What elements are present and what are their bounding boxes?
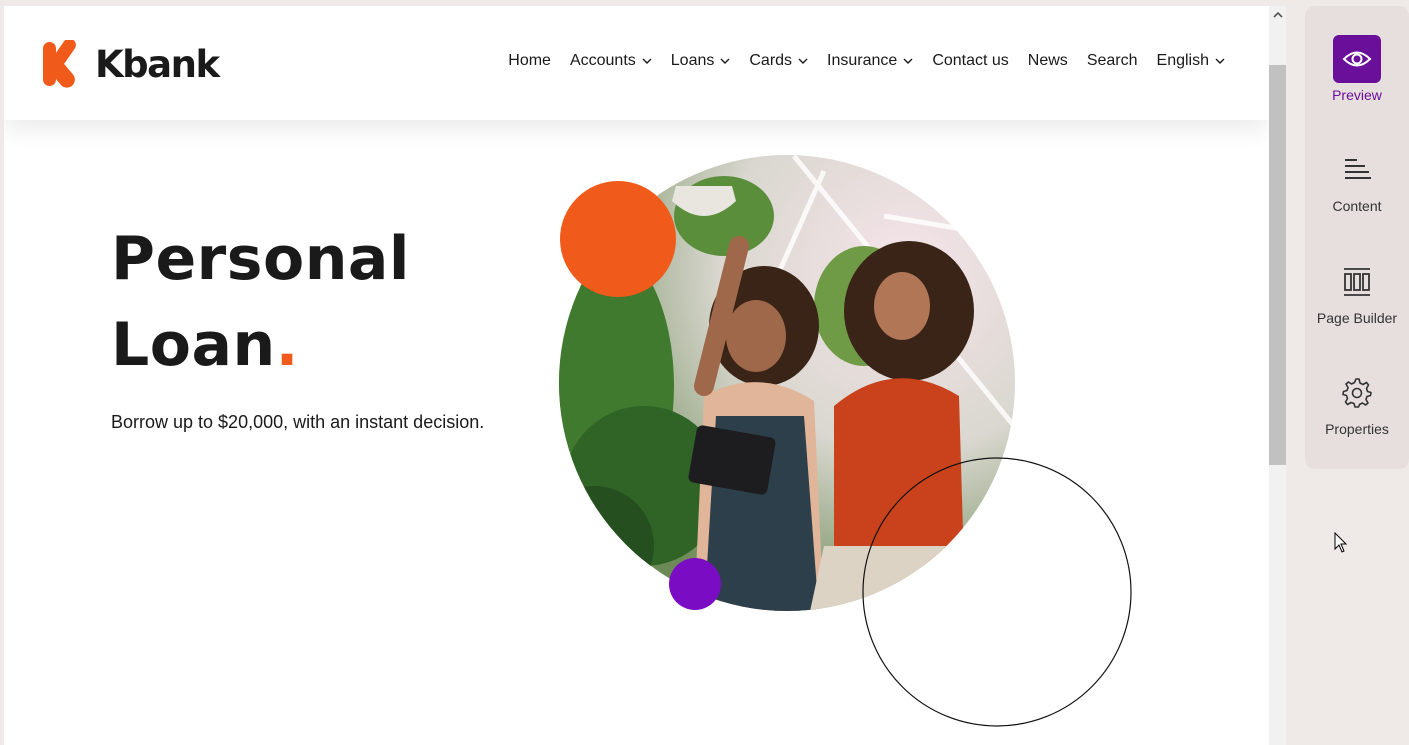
brand-name: Kbank [95, 42, 220, 86]
nav-item-label: Loans [670, 52, 715, 69]
hero-title-dot: . [275, 310, 299, 380]
nav-item-insurance[interactable]: Insurance [827, 52, 913, 70]
language-selector[interactable]: English [1157, 52, 1225, 70]
orange-decor-circle [560, 181, 676, 297]
chevron-up-icon [1272, 11, 1283, 18]
hero-title-line1: Personal [111, 224, 410, 294]
nav-item-label: Accounts [569, 52, 636, 69]
scroll-up-button[interactable] [1269, 6, 1286, 23]
scrollbar-thumb[interactable] [1269, 65, 1286, 465]
tool-label: Page Builder [1316, 310, 1398, 326]
nav-item-label: Insurance [827, 52, 898, 69]
kbank-logo[interactable]: Kbank [41, 39, 220, 89]
eye-icon [1333, 35, 1381, 83]
editor-side-panel: Preview Content Page Builder Properties [1305, 6, 1409, 469]
nav-item-cards[interactable]: Cards [749, 52, 808, 70]
properties-button[interactable]: Properties [1305, 369, 1409, 437]
nav-item-label: Home [508, 52, 551, 69]
mouse-cursor-icon [1334, 532, 1348, 553]
chevron-down-icon [1215, 58, 1225, 64]
nav-item-loans[interactable]: Loans [671, 52, 731, 70]
content-button[interactable]: Content [1305, 146, 1409, 214]
kbank-logo-mark-icon [43, 40, 76, 88]
preview-scrollbar[interactable] [1269, 6, 1286, 745]
nav-item-label: News [1027, 52, 1068, 69]
nav-item-label: Contact us [932, 52, 1009, 69]
website-preview: Kbank Home Accounts Loans Cards Insuranc… [4, 6, 1269, 745]
purple-decor-circle [669, 558, 721, 610]
nav-item-label: Cards [749, 52, 793, 69]
hero-photo [559, 155, 1015, 611]
chevron-down-icon [903, 58, 913, 64]
chevron-down-icon [798, 58, 808, 64]
nav-item-news[interactable]: News [1028, 52, 1068, 70]
nav-item-home[interactable]: Home [508, 52, 551, 70]
page-builder-icon [1333, 258, 1381, 306]
tool-label: Preview [1332, 87, 1382, 103]
tool-label: Properties [1325, 421, 1389, 437]
chevron-down-icon [720, 58, 730, 64]
preview-button[interactable]: Preview [1305, 35, 1409, 103]
hero-title-line2: Loan [111, 310, 276, 380]
nav-item-label: Search [1086, 52, 1138, 69]
nav-item-search[interactable]: Search [1087, 52, 1138, 70]
hero-title: Personal Loan. [111, 216, 410, 388]
nav-item-label: English [1156, 52, 1209, 69]
tool-label: Content [1332, 198, 1382, 214]
nav-item-accounts[interactable]: Accounts [570, 52, 652, 70]
content-lines-icon [1333, 146, 1381, 194]
outline-decor-circle [862, 457, 1132, 727]
page-builder-button[interactable]: Page Builder [1305, 258, 1409, 326]
gear-icon [1333, 369, 1381, 417]
nav-item-contact-us[interactable]: Contact us [932, 52, 1008, 70]
main-nav: Home Accounts Loans Cards Insurance Cont… [508, 52, 1225, 70]
site-header: Kbank Home Accounts Loans Cards Insuranc… [4, 6, 1269, 120]
hero-subtitle: Borrow up to $20,000, with an instant de… [111, 412, 485, 432]
chevron-down-icon [642, 58, 652, 64]
